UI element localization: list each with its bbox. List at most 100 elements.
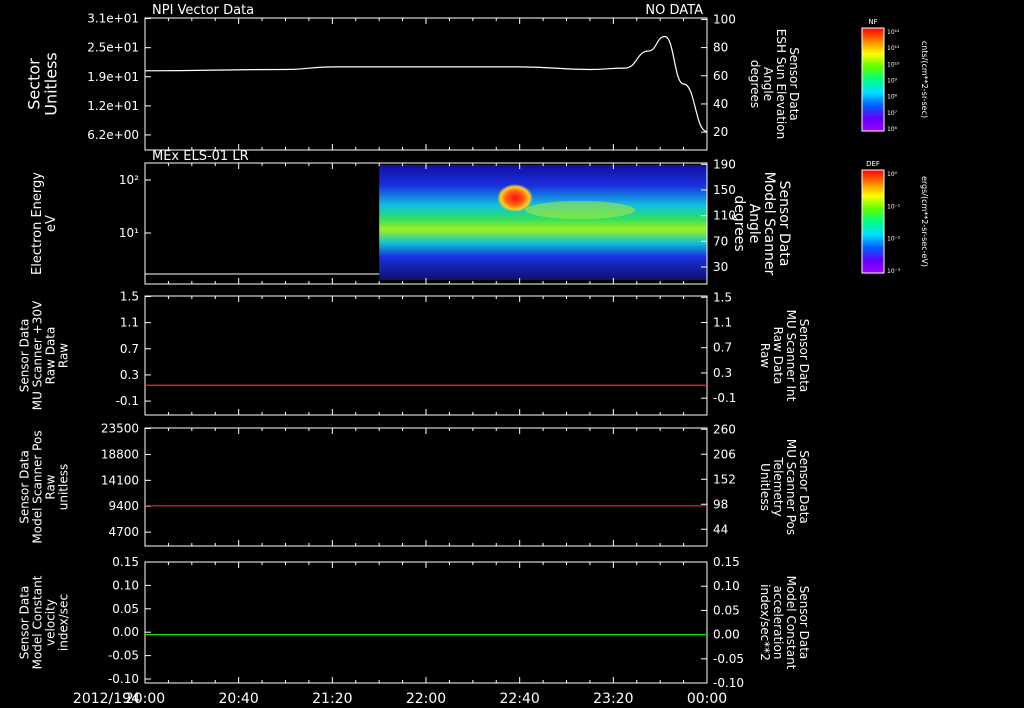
left-axis-label: Unitless: [42, 52, 61, 116]
left-axis-label: index/sec: [57, 594, 71, 651]
right-tick-label: 0.3: [713, 366, 732, 380]
left-axis-label: Sensor Data: [18, 450, 32, 524]
x-tick-label: 00:00: [687, 691, 727, 707]
colorbar-tick: 10¹⁰: [887, 61, 900, 68]
left-tick-label: 0.15: [112, 555, 139, 569]
right-tick-label: 98: [713, 497, 728, 511]
right-axis-label: ESH Sun Elevation: [774, 29, 788, 139]
left-tick-label: 14100: [101, 473, 139, 487]
right-axis-label: Sensor Data: [776, 181, 792, 267]
left-axis-label: Model Scanner Pos: [31, 430, 45, 543]
right-axis-label: Sensor Data: [787, 47, 801, 121]
colorbar: [862, 28, 884, 131]
x-tick-label: 21:20: [312, 691, 352, 707]
left-tick-label: 6.2e+00: [87, 128, 139, 142]
colorbar-tick: 10¹²: [887, 29, 900, 36]
colorbar: [862, 170, 884, 273]
x-tick-label: 20:40: [218, 691, 258, 707]
right-tick-label: 40: [713, 97, 728, 111]
left-tick-label: 4700: [108, 525, 139, 539]
panel2-title: MEx ELS-01 LR: [152, 149, 249, 164]
left-tick-label: 1.5: [120, 290, 139, 304]
right-axis-label: acceleration: [771, 586, 785, 660]
colorbar-tick: 10⁻¹: [887, 203, 901, 210]
title-left: NPI Vector Data: [152, 3, 254, 18]
left-tick-label: -0.05: [108, 649, 139, 663]
left-axis-label: Sensor Data: [18, 319, 32, 393]
right-tick-label: 1.5: [713, 290, 732, 304]
right-tick-label: -0.10: [713, 676, 744, 690]
x-tick-label: 20:00: [125, 691, 165, 707]
left-tick-label: 9400: [108, 499, 139, 513]
right-axis-label: index/sec**2: [758, 584, 772, 661]
colorbar-tick: 10⁸: [887, 94, 898, 101]
panel-frame: [144, 295, 708, 416]
left-tick-label: 1.1: [120, 316, 139, 330]
x-tick-label: 22:40: [499, 691, 539, 707]
right-axis-label: Sensor Data: [797, 586, 811, 660]
right-axis-label: Telemetry: [771, 456, 785, 516]
left-axis-label: Sensor Data: [18, 586, 32, 660]
left-tick-label: -0.1: [116, 394, 139, 408]
left-tick-label: 18800: [101, 447, 139, 461]
series-line: [144, 35, 708, 133]
right-axis-label: Sensor Data: [797, 450, 811, 524]
right-tick-label: 0.15: [713, 555, 740, 569]
colorbar-tick: 10¹¹: [887, 45, 900, 52]
x-tick-label: 22:00: [406, 691, 446, 707]
multi-panel-chart: NPI Vector Data NO DATA MEx ELS-01 LR 3.1e+…: [18, 3, 930, 707]
right-tick-label: 70: [713, 234, 728, 248]
right-tick-label: 152: [713, 472, 736, 486]
left-tick-label: 10¹: [119, 226, 139, 240]
left-axis-label: unitless: [57, 464, 71, 510]
colorbar-unit: cnts/(cm**2-sr-sec): [920, 41, 929, 118]
spectrogram-block: [379, 165, 707, 280]
right-tick-label: 0.7: [713, 341, 732, 355]
right-axis-label: Model Scanner: [761, 172, 777, 276]
colorbar-tag: NF: [868, 18, 877, 26]
left-axis-label: MU Scanner +30V: [31, 300, 45, 410]
panel-frame: [144, 561, 708, 684]
right-tick-label: -0.1: [713, 391, 736, 405]
right-axis-label: Unitless: [758, 463, 772, 511]
panel-frame: [144, 17, 708, 151]
left-tick-label: 1.9e+01: [87, 70, 139, 84]
colorbar-tick: 10⁰: [887, 171, 898, 178]
right-axis-label: MU Scanner Pos: [784, 439, 798, 535]
colorbar-tick: 10⁶: [887, 126, 898, 133]
right-tick-label: 100: [713, 12, 736, 26]
title-right: NO DATA: [645, 3, 703, 18]
right-axis-label: Sensor Data: [797, 319, 811, 393]
left-tick-label: 23500: [101, 422, 139, 436]
right-axis-label: Model Constant: [784, 576, 798, 670]
colorbar-tick: 10⁻³: [887, 268, 901, 275]
colorbar-unit: ergs/(cm**2-sr-sec-eV): [920, 176, 929, 267]
right-axis-label: Angle: [746, 204, 762, 244]
left-axis-label: Raw: [57, 343, 71, 368]
right-tick-label: 44: [713, 522, 728, 536]
right-tick-label: 1.1: [713, 315, 732, 329]
left-tick-label: 3.1e+01: [87, 12, 139, 26]
left-tick-label: 0.3: [120, 368, 139, 382]
right-tick-label: 60: [713, 69, 728, 83]
right-tick-label: 80: [713, 41, 728, 55]
right-tick-label: 0.05: [713, 603, 740, 617]
left-axis-label: eV: [44, 215, 59, 232]
left-tick-label: 10²: [119, 173, 139, 187]
left-tick-label: 0.05: [112, 602, 139, 616]
colorbar-tick: 10⁻²: [887, 236, 901, 243]
right-tick-label: -0.05: [713, 652, 744, 666]
colorbar-tick: 10⁷: [887, 110, 898, 117]
left-tick-label: 2.5e+01: [87, 41, 139, 55]
colorbar-tag: DEF: [866, 160, 880, 168]
left-axis-label: Raw: [44, 474, 58, 499]
right-axis-label: degrees: [748, 60, 762, 108]
right-tick-label: 260: [713, 422, 736, 436]
right-tick-label: 190: [713, 157, 736, 171]
left-axis-label: velocity: [44, 599, 58, 646]
colorbar-tick: 10⁹: [887, 78, 898, 85]
right-axis-label: Angle: [761, 67, 775, 101]
left-tick-label: -0.10: [108, 672, 139, 686]
right-axis-label: Raw: [758, 343, 772, 368]
left-tick-label: 0.7: [120, 342, 139, 356]
